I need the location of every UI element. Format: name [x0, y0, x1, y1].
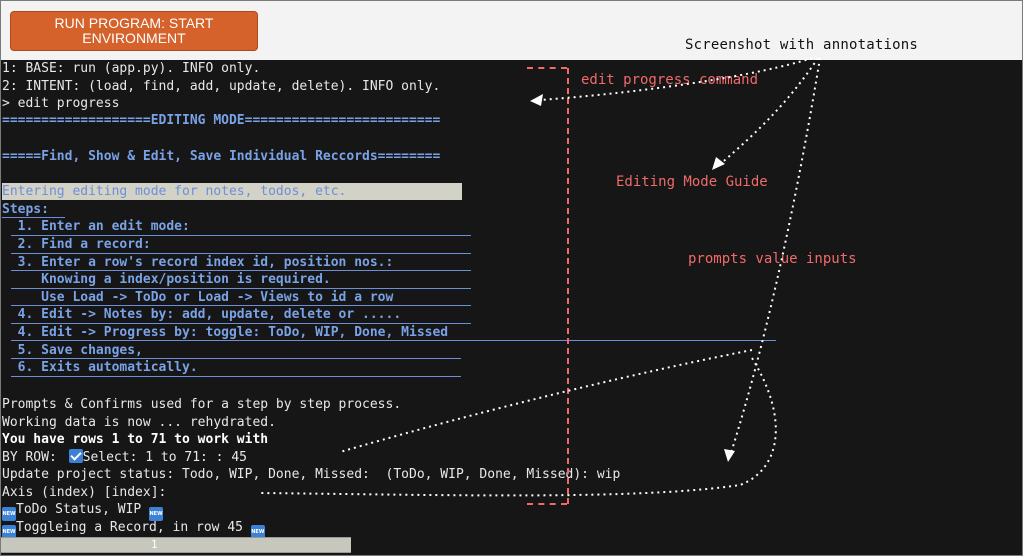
console-line: 1. Enter an edit mode: — [2, 219, 190, 234]
check-icon — [68, 449, 83, 463]
underline — [11, 340, 776, 341]
console-line: NEWToggleing a Record, in row 45 NEW — [2, 519, 265, 539]
by-row-label: BY ROW: — [2, 450, 65, 465]
annotation-dashed-line — [566, 68, 569, 504]
console-output: 1: BASE: run (app.py). INFO only. 2: INT… — [1, 60, 1022, 555]
status-prompt[interactable]: Update project status: Todo, WIP, Done, … — [2, 466, 620, 483]
horizontal-scrollbar[interactable]: 1 — [1, 537, 351, 553]
annotation-edit-progress: edit progress command — [581, 72, 759, 88]
underline — [11, 376, 461, 377]
annotation-prompts: prompts value inputs — [688, 251, 857, 267]
console-line: > edit progress — [2, 96, 120, 111]
console-line: =====Find, Show & Edit, Save Individual … — [2, 149, 441, 164]
console-line: Steps: — [2, 202, 49, 217]
console-line: Working data is now ... rehydrated. — [2, 415, 276, 430]
console-line: Knowing a index/position is required. — [2, 272, 331, 287]
run-program-label: RUN PROGRAM: START ENVIRONMENT — [54, 15, 214, 46]
console-line: BY ROW: Select: 1 to 71: : 45 — [2, 449, 247, 466]
console-line: Prompts & Confirms used for a step by st… — [2, 397, 402, 412]
console-line: 6. Exits automatically. — [2, 360, 198, 375]
run-program-button[interactable]: RUN PROGRAM: START ENVIRONMENT — [10, 11, 258, 51]
toggle-result: Toggleing a Record, in row 45 — [16, 520, 251, 535]
console-line: You have rows 1 to 71 to work with — [2, 432, 269, 447]
console-line: 4. Edit -> Notes by: add, update, delete… — [2, 307, 402, 322]
console-line: Use Load -> ToDo or Load -> Views to id … — [2, 290, 394, 305]
console-line: 5. Save changes, — [2, 343, 143, 358]
annotation-dashed-line — [527, 503, 567, 505]
top-bar: RUN PROGRAM: START ENVIRONMENT Screensho… — [1, 1, 1022, 60]
console-line: 4. Edit -> Progress by: toggle: ToDo, WI… — [2, 325, 449, 340]
select-row-prompt[interactable]: Select: 1 to 71: : 45 — [83, 450, 247, 465]
console-line-highlight: Entering editing mode for notes, todos, … — [2, 183, 462, 200]
console-line: 3. Enter a row's record index id, positi… — [2, 255, 394, 270]
console-line: ===================EDITING MODE=========… — [2, 113, 441, 128]
axis-prompt[interactable]: Axis (index) [index]: — [2, 484, 166, 501]
scrollbar-label: 1 — [151, 538, 158, 551]
status-result: ToDo Status, WIP — [16, 502, 150, 517]
console-line: NEWToDo Status, WIP NEW — [2, 501, 164, 521]
annotations-title: Screenshot with annotations — [685, 37, 918, 53]
annotation-dashed-line — [527, 67, 567, 69]
console-line: 2. Find a record: — [2, 237, 151, 252]
console-line: 2: INTENT: (load, find, add, update, del… — [2, 79, 441, 94]
annotation-editing-guide: Editing Mode Guide — [616, 174, 768, 190]
console-line: 1: BASE: run (app.py). INFO only. — [2, 61, 261, 76]
